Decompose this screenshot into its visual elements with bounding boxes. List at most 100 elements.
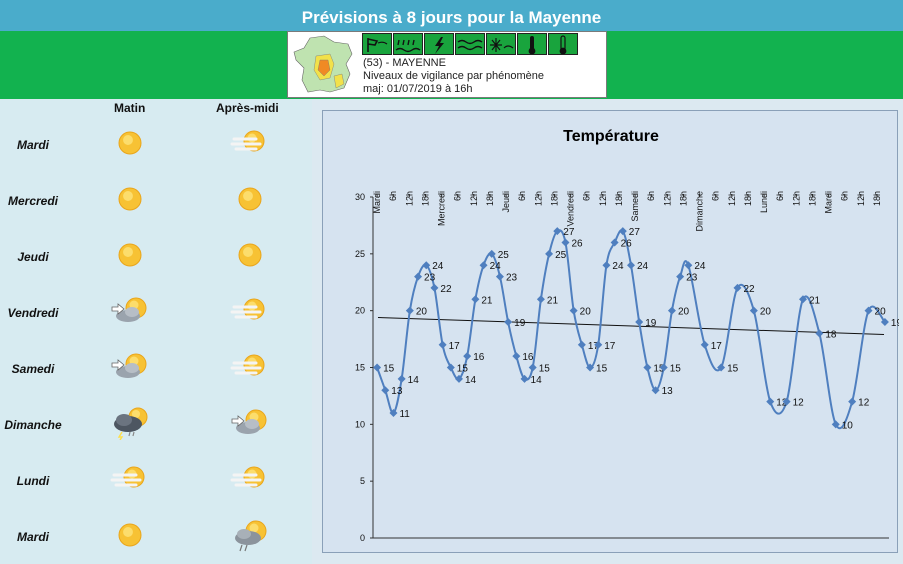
data-point bbox=[610, 238, 619, 247]
x-tick-label: 18h bbox=[549, 191, 559, 206]
sun-weather-icon bbox=[118, 243, 142, 267]
y-tick-label: 0 bbox=[360, 533, 365, 543]
temperature-chart-svg: Température 0 5 10 15 20 25 30 Mardi 6h 12h 18h Merc… bbox=[355, 128, 899, 543]
data-label: 24 bbox=[637, 261, 649, 272]
chart-panel: Température 0 5 10 15 20 25 30 Mardi 6h 12h 18h Merc… bbox=[312, 99, 903, 564]
x-tick-label: 6h bbox=[711, 191, 721, 201]
data-point bbox=[446, 363, 455, 372]
day-label: Lundi bbox=[16, 474, 50, 488]
x-tick-label: 12h bbox=[469, 191, 479, 206]
data-point bbox=[700, 340, 709, 349]
y-tick-label: 10 bbox=[355, 419, 365, 429]
vigilance-cold-thermometer[interactable] bbox=[548, 33, 578, 55]
data-label: 23 bbox=[506, 273, 518, 284]
data-point bbox=[471, 295, 480, 304]
data-point bbox=[405, 306, 414, 315]
data-label: 27 bbox=[563, 227, 575, 238]
data-label: 19 bbox=[514, 318, 526, 329]
sun-haze-weather-icon bbox=[110, 466, 145, 488]
data-label: 12 bbox=[858, 398, 870, 409]
data-point bbox=[577, 340, 586, 349]
sun-weather-icon bbox=[118, 523, 142, 547]
x-tick-label: Vendredi bbox=[566, 191, 576, 227]
day-label: Dimanche bbox=[4, 418, 62, 432]
data-label: 13 bbox=[662, 386, 674, 397]
x-tick-label: 12h bbox=[533, 191, 543, 206]
vigilance-rain-flood[interactable] bbox=[393, 33, 423, 55]
data-label: 20 bbox=[678, 307, 690, 318]
snow-ice-icon bbox=[490, 38, 514, 52]
data-label: 24 bbox=[490, 261, 502, 272]
sun-weather-icon bbox=[118, 131, 142, 155]
data-point bbox=[373, 363, 382, 372]
data-point bbox=[414, 272, 423, 281]
sun-cloud-wind-weather-icon bbox=[111, 297, 147, 322]
x-tick-label: 12h bbox=[856, 191, 866, 206]
data-label: 24 bbox=[612, 261, 624, 272]
x-tick-label: 6h bbox=[775, 191, 785, 201]
x-tick-label: Mardi bbox=[372, 191, 382, 214]
vigilance-flood[interactable] bbox=[455, 33, 485, 55]
cold-thermometer-icon bbox=[559, 35, 567, 54]
sun-cloud-wind-weather-icon bbox=[111, 353, 147, 378]
data-point bbox=[479, 261, 488, 270]
sun-weather-icon bbox=[118, 187, 142, 211]
temperature-series-line bbox=[376, 229, 886, 430]
x-tick-label: 6h bbox=[388, 191, 398, 201]
wind-icon bbox=[367, 38, 388, 52]
vigilance-panel[interactable]: (53) - MAYENNE Niveaux de vigilance par … bbox=[287, 31, 607, 98]
x-tick-label: 18h bbox=[743, 191, 753, 206]
data-point bbox=[504, 318, 513, 327]
x-tick-label: Samedi bbox=[630, 191, 640, 222]
data-label: 19 bbox=[645, 318, 657, 329]
data-label: 15 bbox=[596, 364, 608, 375]
data-label: 21 bbox=[547, 295, 559, 306]
data-point bbox=[545, 249, 554, 258]
x-tick-label: 12h bbox=[404, 191, 414, 206]
day-label: Mardi bbox=[16, 530, 49, 544]
x-tick-label: Mercredi bbox=[437, 191, 447, 226]
vigilance-wind[interactable] bbox=[362, 33, 392, 55]
data-label: 20 bbox=[760, 307, 772, 318]
vigilance-thunderstorm[interactable] bbox=[424, 33, 454, 55]
sun-haze-weather-icon bbox=[230, 298, 265, 320]
data-point bbox=[561, 238, 570, 247]
data-point bbox=[528, 363, 537, 372]
data-label: 24 bbox=[432, 261, 444, 272]
vigilance-snow-ice[interactable] bbox=[486, 33, 516, 55]
data-label: 11 bbox=[399, 409, 410, 420]
sun-cloud-rain-weather-icon bbox=[235, 520, 267, 552]
data-point bbox=[397, 374, 406, 383]
x-tick-label: 12h bbox=[662, 191, 672, 206]
data-label: 26 bbox=[621, 238, 633, 249]
heat-thermometer-icon bbox=[528, 36, 536, 54]
data-point bbox=[463, 352, 472, 361]
data-label: 22 bbox=[440, 284, 452, 295]
data-point bbox=[602, 261, 611, 270]
data-point bbox=[430, 283, 439, 292]
y-tick-label: 5 bbox=[360, 476, 365, 486]
data-label: 15 bbox=[383, 364, 395, 375]
data-label: 23 bbox=[424, 273, 436, 284]
sun-haze-weather-icon bbox=[230, 466, 265, 488]
data-label: 17 bbox=[711, 341, 723, 352]
y-tick-label: 25 bbox=[355, 249, 365, 259]
data-point bbox=[676, 272, 685, 281]
data-point bbox=[667, 306, 676, 315]
x-tick-label: 6h bbox=[582, 191, 592, 201]
data-label: 15 bbox=[727, 364, 739, 375]
vigilance-heat-thermometer[interactable] bbox=[517, 33, 547, 55]
data-point bbox=[749, 306, 758, 315]
data-label: 21 bbox=[809, 295, 821, 306]
data-label: 20 bbox=[416, 307, 428, 318]
page-title: Prévisions à 8 jours pour la Mayenne bbox=[301, 8, 602, 27]
data-point bbox=[766, 397, 775, 406]
data-point bbox=[643, 363, 652, 372]
column-header-afternoon: Après-midi bbox=[216, 101, 279, 115]
y-tick-label: 20 bbox=[355, 306, 365, 316]
sun-haze-weather-icon bbox=[230, 130, 265, 152]
x-tick-label: 6h bbox=[840, 191, 850, 201]
day-label: Mercredi bbox=[7, 194, 59, 208]
x-tick-label: Mardi bbox=[824, 191, 834, 214]
flood-icon bbox=[457, 39, 483, 51]
